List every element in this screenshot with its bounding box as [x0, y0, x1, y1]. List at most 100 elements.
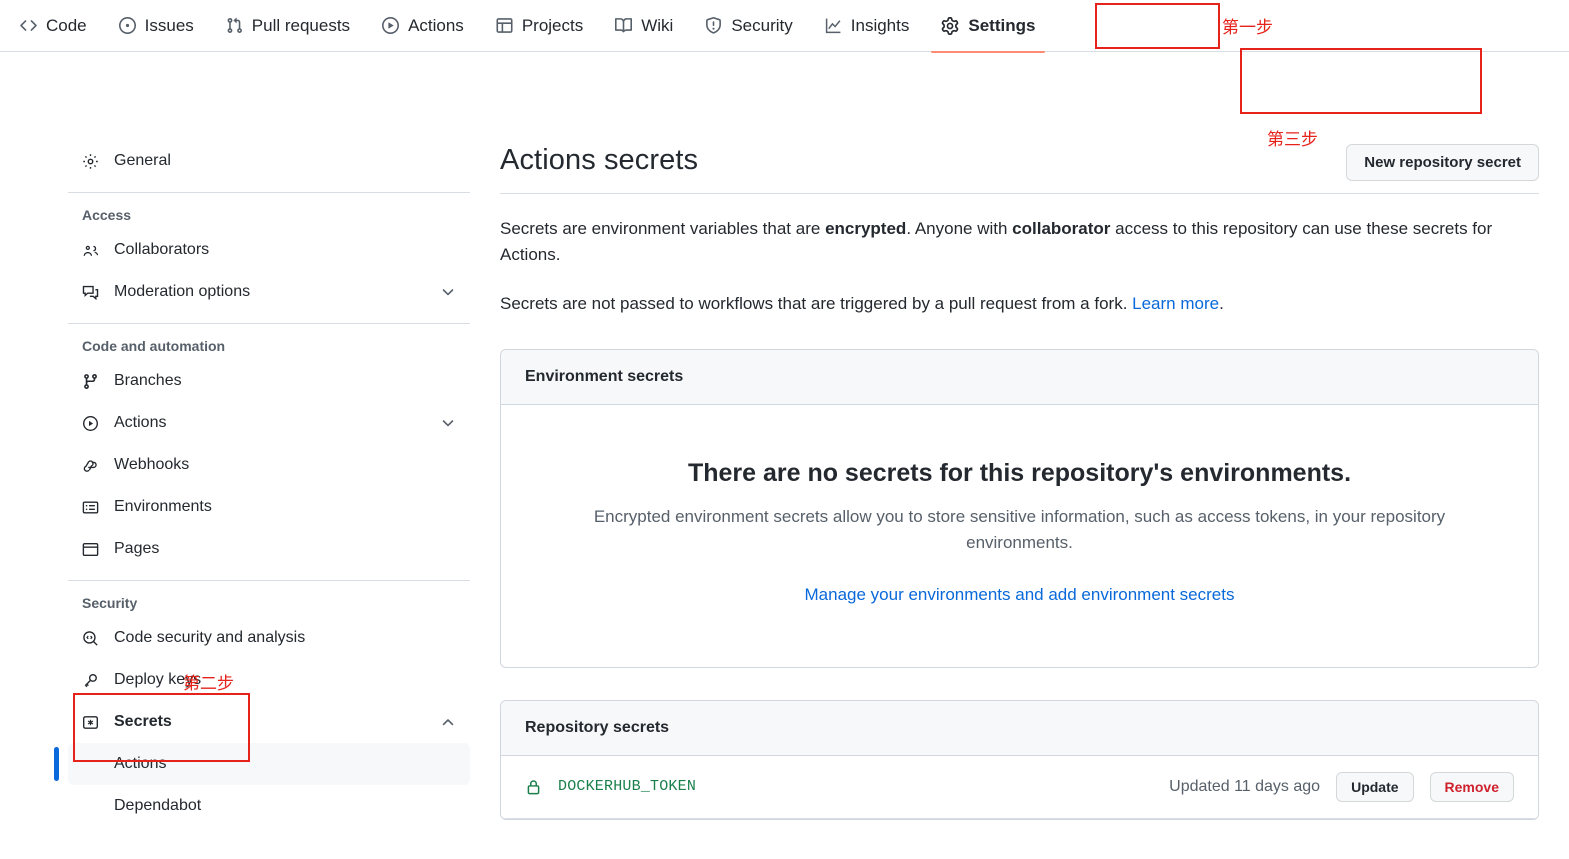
sidebar-item-code-security-and-analysis-label: Code security and analysis [114, 629, 306, 646]
annotation-label-step1: 第一步 [1222, 18, 1273, 38]
asterisk-key-icon [82, 714, 100, 731]
sidebar-item-collaborators[interactable]: Collaborators [68, 229, 470, 271]
tab-security[interactable]: Security [689, 8, 808, 44]
sidebar-item-actions[interactable]: Actions [68, 402, 470, 444]
paragraph1-part1: Secrets are environment variables that a… [500, 219, 826, 238]
code-icon [20, 17, 37, 34]
codescan-icon [82, 630, 100, 647]
people-icon [82, 242, 100, 259]
table-icon [496, 17, 513, 34]
tab-settings[interactable]: Settings [925, 8, 1051, 53]
sidebar-item-deploy-keys[interactable]: Deploy keys [68, 659, 470, 701]
sidebar-subitem-secrets-actions-label: Actions [114, 755, 167, 772]
main-content: Actions secrets New repository secret Se… [470, 48, 1569, 859]
sidebar-subitem-secrets-dependabot-label: Dependabot [114, 797, 202, 814]
paragraph2-text: Secrets are not passed to workflows that… [500, 293, 1133, 313]
sidebar-item-branches[interactable]: Branches [68, 360, 470, 402]
sidebar-item-moderation-options-label: Moderation options [114, 283, 251, 300]
sidebar-item-collaborators-label: Collaborators [114, 241, 210, 258]
chevron-up-icon[interactable] [440, 714, 456, 730]
paragraph1-part2: . Anyone with [906, 219, 1013, 238]
annotation-label-step2: 第二步 [183, 674, 234, 694]
paragraph2-suffix: . [1219, 293, 1224, 313]
sidebar-item-code-security-and-analysis[interactable]: Code security and analysis [68, 617, 470, 659]
sidebar-group-title-security: Security [82, 595, 138, 611]
annotation-box-step3 [1240, 48, 1482, 114]
tab-code[interactable]: Code [4, 8, 103, 44]
learn-more-link[interactable]: Learn more [1132, 294, 1219, 313]
gear-icon [82, 153, 100, 170]
sidebar-item-actions-label: Actions [114, 414, 167, 431]
tab-issues[interactable]: Issues [103, 8, 210, 44]
environment-secrets-card: Environment secrets There are no secrets… [500, 349, 1539, 668]
content-header: Actions secrets New repository secret [500, 144, 1539, 194]
sidebar-item-pages[interactable]: Pages [68, 528, 470, 570]
sidebar-group-title-access: Access [82, 207, 132, 223]
tab-settings-label: Settings [968, 15, 1036, 35]
tab-projects-label: Projects [521, 15, 584, 35]
settings-sidebar: General Access Collaborators Moderation … [0, 52, 470, 859]
environment-secrets-blank-description: Encrypted environment secrets allow you … [593, 507, 1446, 553]
secret-updated-time: Updated 11 days ago [1169, 777, 1321, 795]
environment-secrets-header: Environment secrets [501, 350, 1538, 406]
secrets-description-paragraph: Secrets are environment variables that a… [500, 216, 1510, 269]
browser-icon [82, 541, 100, 558]
git-branch-icon [82, 373, 100, 390]
secret-name[interactable]: DOCKERHUB_TOKEN [558, 778, 696, 795]
tab-actions[interactable]: Actions [366, 8, 480, 44]
update-secret-button[interactable]: Update [1336, 771, 1414, 802]
tab-pull-requests[interactable]: Pull requests [210, 8, 366, 44]
tab-wiki-label: Wiki [641, 15, 674, 35]
repository-nav: Code Issues Pull requests Actions Projec… [0, 0, 1569, 53]
annotation-label-step3: 第三步 [1267, 130, 1318, 150]
sidebar-item-webhooks[interactable]: Webhooks [68, 444, 470, 486]
page-title: Actions secrets [500, 144, 699, 176]
play-icon [382, 17, 400, 34]
page-body: General Access Collaborators Moderation … [0, 48, 1569, 859]
key-icon [82, 672, 100, 689]
paragraph1-bold-encrypted: encrypted [825, 219, 907, 238]
sidebar-item-general-label: General [114, 152, 171, 169]
sidebar-subitem-secrets-actions[interactable]: Actions [54, 743, 470, 785]
environment-secrets-blankslate: There are no secrets for this repository… [501, 405, 1538, 667]
fork-notice-paragraph: Secrets are not passed to workflows that… [500, 291, 1510, 317]
sidebar-item-moderation-options[interactable]: Moderation options [68, 271, 470, 313]
git-pull-request-icon [226, 17, 243, 34]
tab-wiki[interactable]: Wiki [599, 8, 689, 44]
sidebar-divider [68, 580, 470, 581]
sidebar-item-webhooks-label: Webhooks [114, 456, 190, 473]
shield-icon [705, 17, 722, 34]
chevron-down-icon[interactable] [440, 284, 456, 300]
sidebar-item-pages-label: Pages [114, 540, 160, 557]
issue-opened-icon [118, 17, 136, 34]
remove-secret-button[interactable]: Remove [1429, 771, 1514, 802]
sidebar-item-general[interactable]: General [68, 140, 470, 182]
tab-security-label: Security [731, 15, 793, 35]
book-icon [615, 17, 633, 34]
gear-icon [941, 16, 959, 35]
sidebar-item-secrets[interactable]: Secrets [68, 701, 470, 743]
server-icon [82, 499, 100, 516]
graph-icon [825, 17, 842, 34]
new-repository-secret-button[interactable]: New repository secret [1346, 144, 1539, 181]
sidebar-item-branches-label: Branches [114, 372, 182, 389]
environment-secrets-blank-title: There are no secrets for this repository… [687, 459, 1352, 488]
play-icon [82, 415, 100, 432]
tab-insights-label: Insights [850, 15, 910, 35]
sidebar-divider [68, 323, 470, 324]
sidebar-item-environments[interactable]: Environments [68, 486, 470, 528]
tab-issues-label: Issues [144, 15, 194, 35]
paragraph1-bold-collaborator: collaborator [1012, 219, 1111, 238]
tab-insights[interactable]: Insights [809, 8, 926, 44]
repository-secrets-header: Repository secrets [501, 700, 1538, 756]
chevron-down-icon[interactable] [440, 415, 456, 431]
table-row: DOCKERHUB_TOKEN Updated 11 days ago Upda… [501, 756, 1538, 819]
sidebar-group-title-code-and-automation: Code and automation [82, 338, 226, 354]
tab-projects[interactable]: Projects [480, 8, 599, 44]
manage-environments-link[interactable]: Manage your environments and add environ… [805, 585, 1235, 604]
sidebar-subitem-secrets-dependabot[interactable]: Dependabot [68, 785, 470, 827]
tab-actions-label: Actions [408, 15, 464, 35]
sidebar-divider [68, 192, 470, 193]
repository-secrets-card: Repository secrets DOCKERHUB_TOKEN Updat… [500, 699, 1539, 820]
comment-discussion-icon [82, 284, 100, 301]
